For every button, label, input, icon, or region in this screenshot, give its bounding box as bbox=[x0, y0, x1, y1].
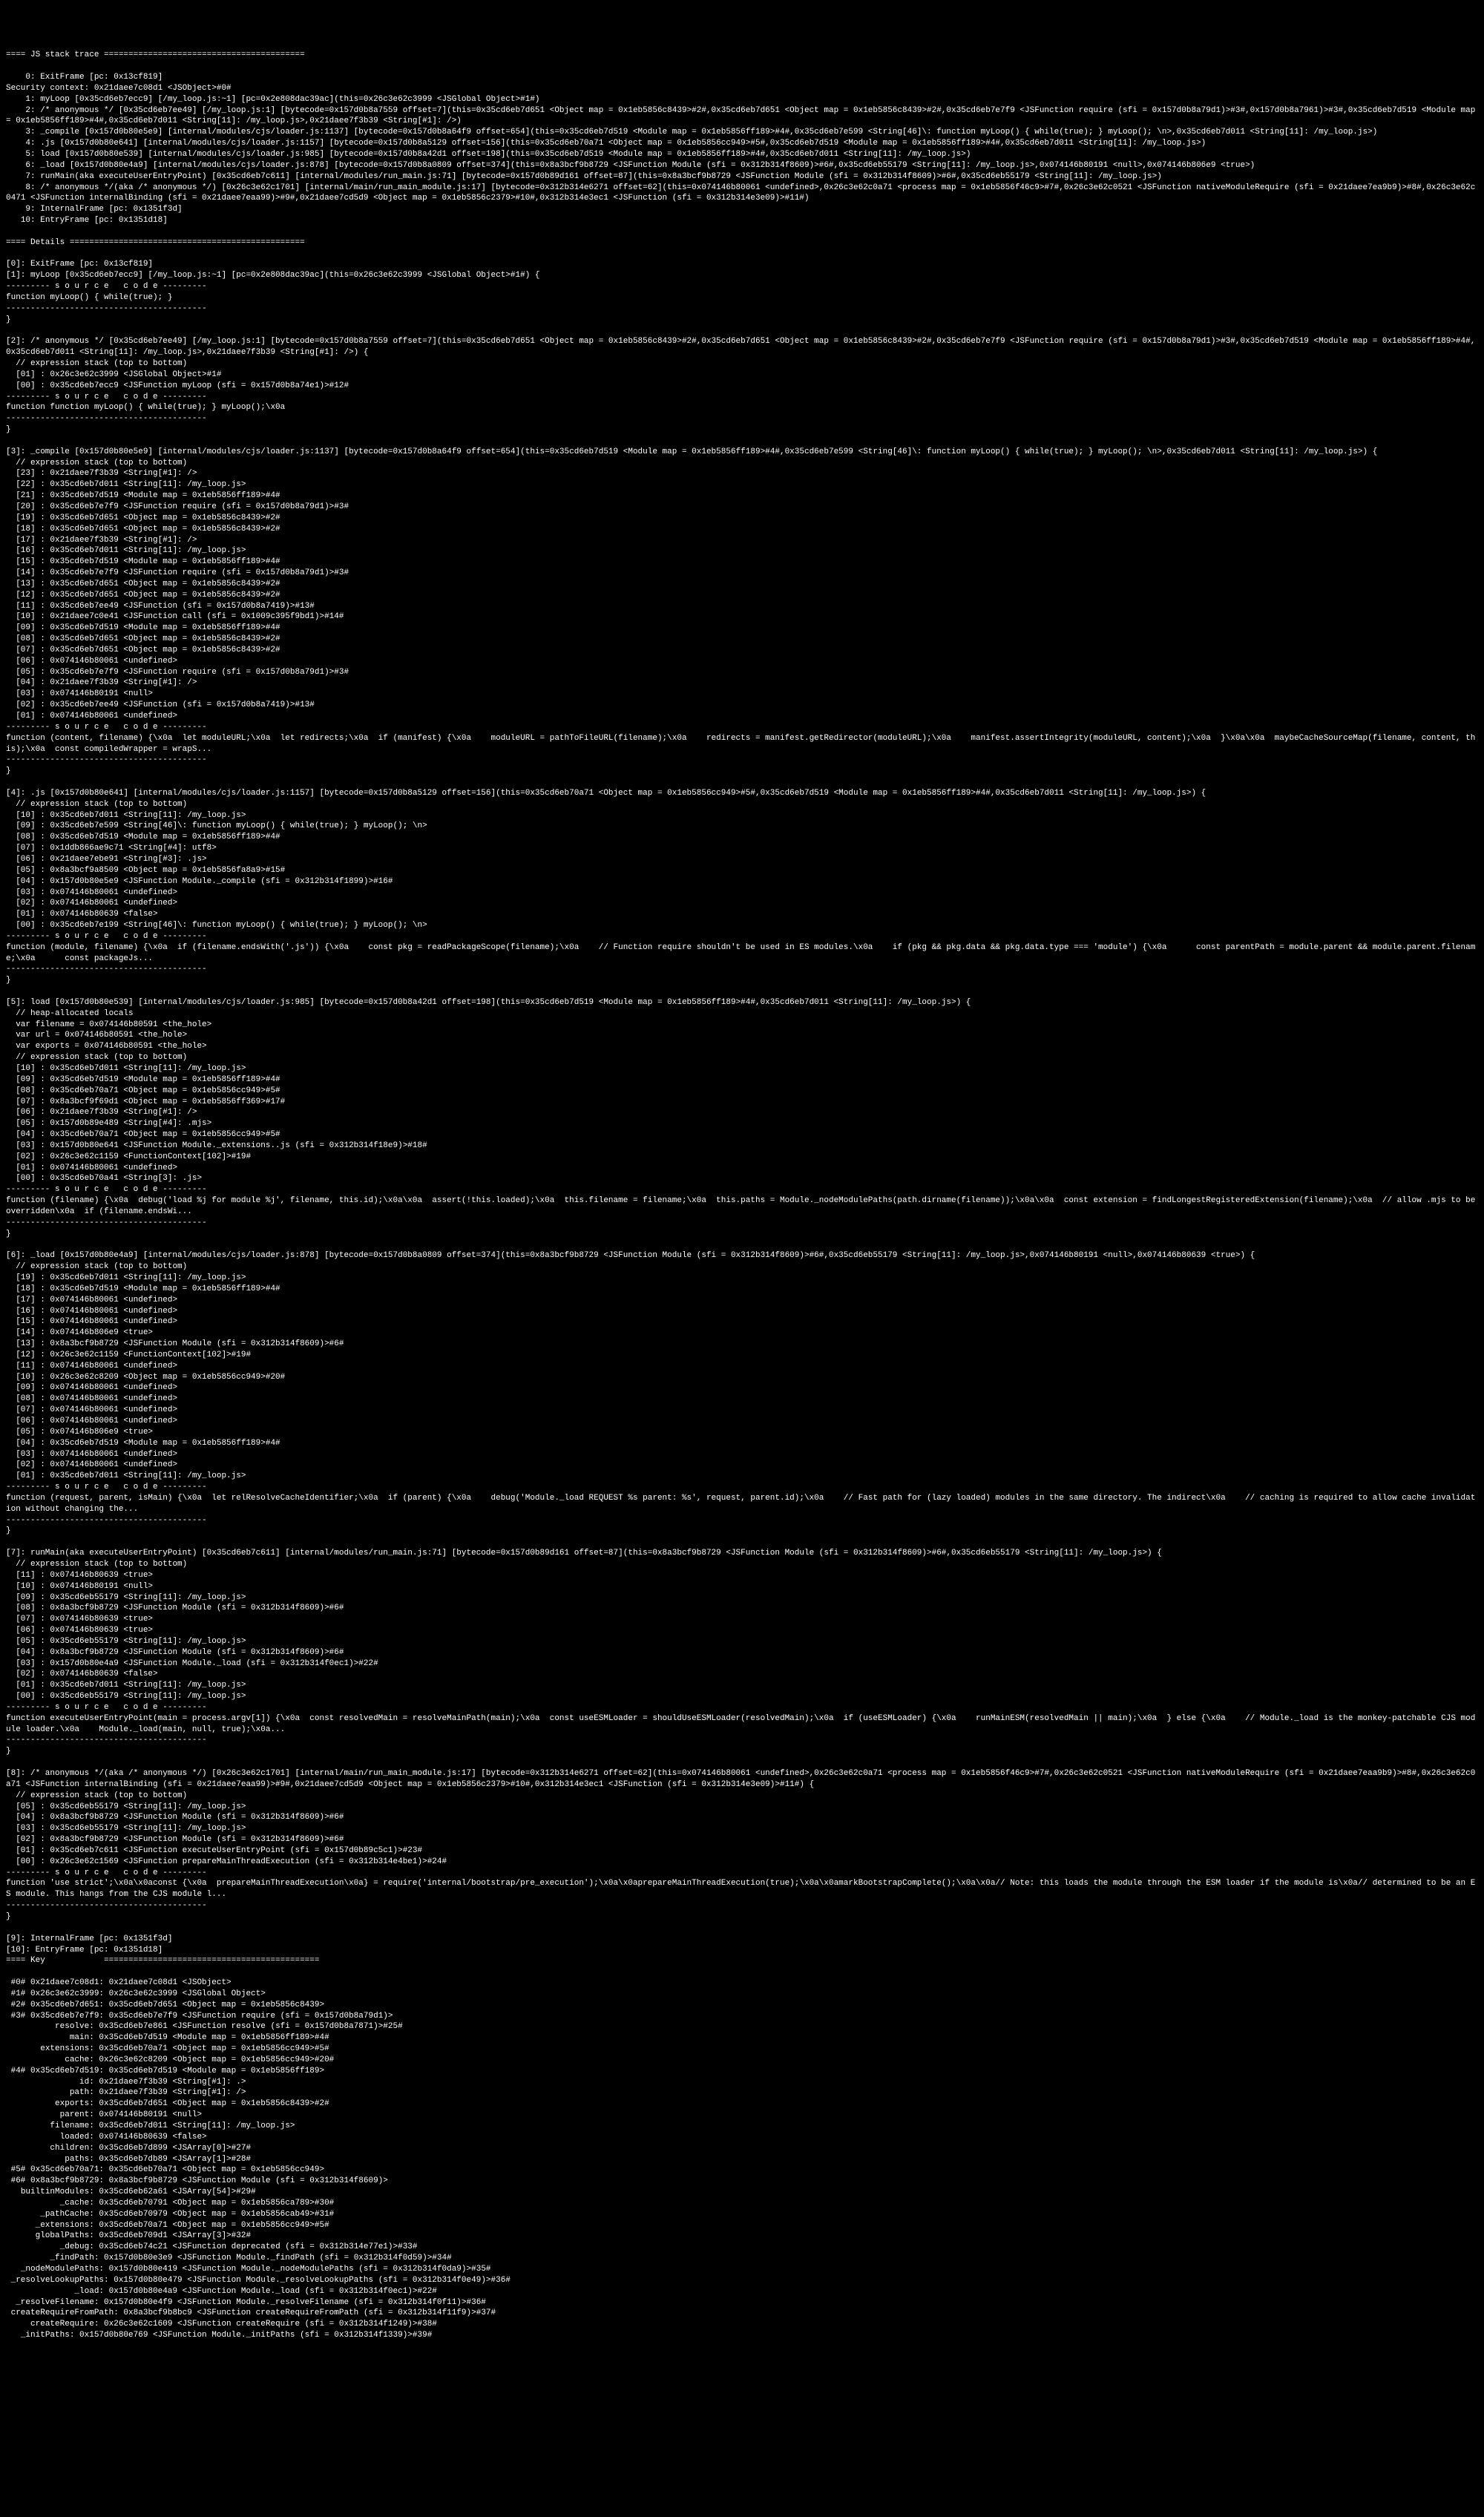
js-stack-trace-output: ==== JS stack trace ====================… bbox=[6, 50, 1478, 2341]
